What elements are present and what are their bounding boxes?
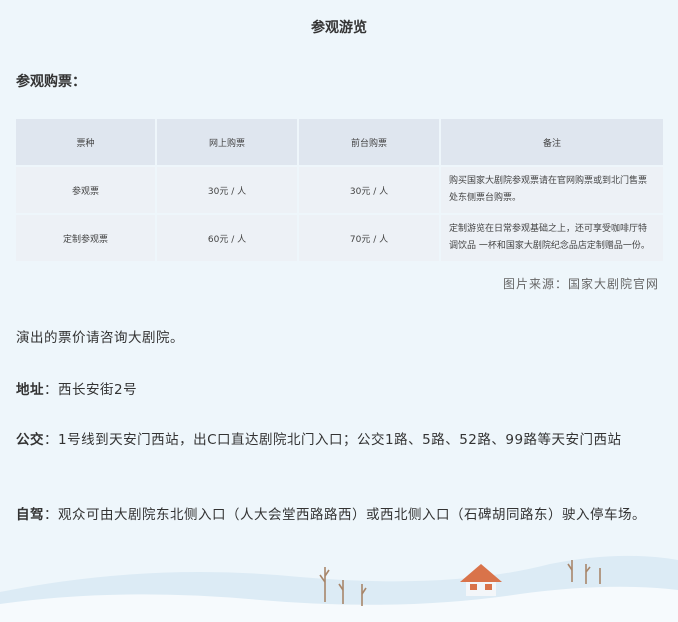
drive-paragraph: 自驾：观众可由大剧院东北侧入口（人大会堂西路路西）或西北侧入口（石碑胡同路东）驶… xyxy=(16,503,666,528)
address-label: 地址 xyxy=(16,382,44,398)
table-header-row: 票种 网上购票 前台购票 备注 xyxy=(16,119,663,165)
performance-note: 演出的票价请咨询大剧院。 xyxy=(16,330,184,346)
section-title: 参观游览 xyxy=(311,20,367,36)
image-credit: 图片来源：国家大剧院官网 xyxy=(502,277,659,291)
bus-separator: ： xyxy=(44,432,58,448)
counter-price-cell: 70元 / 人 xyxy=(299,215,439,261)
house-icon xyxy=(460,564,502,596)
drive-separator: ： xyxy=(44,507,58,523)
tickets-heading: 参观购票： xyxy=(16,74,86,90)
table-header-cell: 备注 xyxy=(441,119,663,165)
address-text: 西长安街2号 xyxy=(58,382,138,398)
article-page: 参观游览 参观购票： 票种 网上购票 前台购票 备注 参观票 30元 / 人 3… xyxy=(0,0,678,622)
table-row: 参观票 30元 / 人 30元 / 人 购买国家大剧院参观票请在官网购票或到北门… xyxy=(16,167,663,213)
bus-text: 1号线到天安门西站，出C口直达剧院北门入口；公交1路、5路、52路、99路等天安… xyxy=(58,432,622,448)
table-header-cell: 票种 xyxy=(16,119,155,165)
snowy-landscape-illustration xyxy=(0,555,678,622)
table-header-cell: 前台购票 xyxy=(299,119,439,165)
bus-paragraph: 公交：1号线到天安门西站，出C口直达剧院北门入口；公交1路、5路、52路、99路… xyxy=(16,428,666,453)
table-row: 定制参观票 60元 / 人 70元 / 人 定制游览在日常参观基础之上，还可享受… xyxy=(16,215,663,261)
online-price-cell: 30元 / 人 xyxy=(157,167,297,213)
note-cell: 定制游览在日常参观基础之上，还可享受咖啡厅特调饮品 一杯和国家大剧院纪念品店定制… xyxy=(441,215,663,261)
drive-label: 自驾 xyxy=(16,507,44,523)
bus-label: 公交 xyxy=(16,432,44,448)
drive-text: 观众可由大剧院东北侧入口（人大会堂西路路西）或西北侧入口（石碑胡同路东）驶入停车… xyxy=(58,507,646,523)
ticket-type-cell: 定制参观票 xyxy=(16,215,155,261)
counter-price-cell: 30元 / 人 xyxy=(299,167,439,213)
address-paragraph: 地址：西长安街2号 xyxy=(16,378,666,403)
address-separator: ： xyxy=(44,382,58,398)
note-cell: 购买国家大剧院参观票请在官网购票或到北门售票处东侧票台购票。 xyxy=(441,167,663,213)
online-price-cell: 60元 / 人 xyxy=(157,215,297,261)
ticket-type-cell: 参观票 xyxy=(16,167,155,213)
ticket-price-table: 票种 网上购票 前台购票 备注 参观票 30元 / 人 30元 / 人 购买国家… xyxy=(14,117,665,263)
table-header-cell: 网上购票 xyxy=(157,119,297,165)
